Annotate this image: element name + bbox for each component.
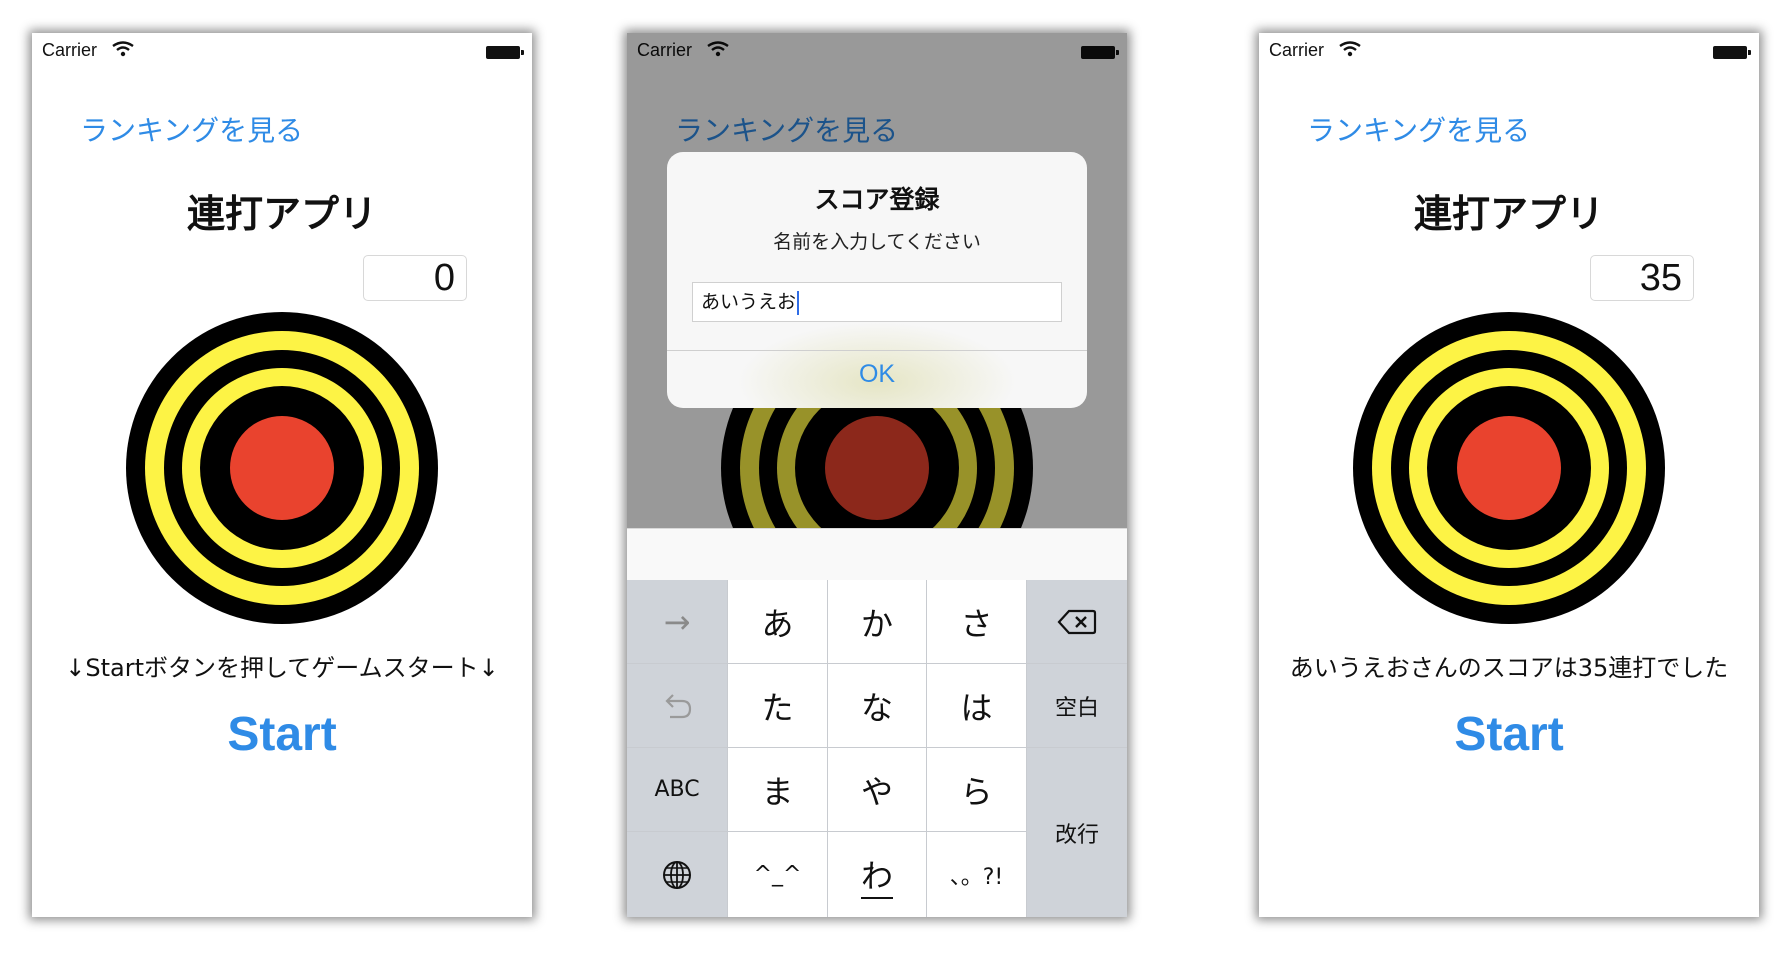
status-bar: Carrier <box>32 33 532 69</box>
carrier-label: Carrier <box>1269 40 1325 60</box>
key-emoticon[interactable]: ^_^ <box>728 832 828 917</box>
score-field: 35 <box>1590 255 1694 301</box>
key-na[interactable]: な <box>828 664 927 748</box>
abc-key[interactable]: ABC <box>627 748 728 832</box>
key-ha[interactable]: は <box>927 664 1027 748</box>
globe-key[interactable] <box>627 832 728 917</box>
name-input[interactable]: あいうえお <box>692 282 1062 322</box>
key-wa[interactable]: わ <box>828 832 927 917</box>
key-ra[interactable]: ら <box>927 748 1027 832</box>
arrow-right-key[interactable]: → <box>627 580 728 664</box>
undo-icon <box>665 693 692 718</box>
key-wa-label: わ <box>860 851 893 899</box>
alert-message: 名前を入力してください <box>773 231 981 253</box>
app-title: 連打アプリ <box>186 192 377 236</box>
alert-title: スコア登録 <box>814 185 940 214</box>
status-bar: Carrier <box>1259 33 1759 69</box>
alert-divider <box>667 350 1087 351</box>
start-button[interactable]: Start <box>32 707 532 762</box>
wifi-icon <box>1339 41 1361 57</box>
score-register-alert: スコア登録 名前を入力してください あいうえお OK <box>667 152 1087 408</box>
key-punctuation[interactable]: 、。?! <box>927 832 1027 917</box>
key-ma[interactable]: ま <box>728 748 828 832</box>
app-title: 連打アプリ <box>1413 192 1604 236</box>
key-ta[interactable]: た <box>728 664 828 748</box>
japanese-keyboard: → あ か さ た な は 空白 ABC ま や ら 改行 ^_^ わ 、。?! <box>627 580 1127 917</box>
start-button[interactable]: Start <box>1259 707 1759 762</box>
keyboard-candidate-bar <box>627 528 1127 581</box>
battery-icon <box>1713 46 1751 59</box>
key-sa[interactable]: さ <box>927 580 1027 664</box>
space-key[interactable]: 空白 <box>1027 664 1127 748</box>
phone-screen-start: Carrier ランキングを見る 連打アプリ 0 ↓Startボタンを押してゲー… <box>32 33 532 917</box>
phone-screen-register: Carrier ランキングを見る スコア登録 名前を入力してください あいうえお… <box>627 33 1127 917</box>
battery-icon <box>486 46 524 59</box>
text-caret <box>797 290 800 315</box>
return-key[interactable]: 改行 <box>1027 748 1127 917</box>
delete-icon <box>1057 609 1097 634</box>
key-ya[interactable]: や <box>828 748 927 832</box>
name-input-value: あいうえお <box>701 291 797 313</box>
ok-button[interactable]: OK <box>667 360 1087 389</box>
tap-target[interactable] <box>1353 312 1665 624</box>
carrier-label: Carrier <box>42 40 98 60</box>
instruction-message: ↓Startボタンを押してゲームスタート↓ <box>65 654 499 682</box>
tap-target[interactable] <box>126 312 438 624</box>
undo-key[interactable] <box>627 664 728 748</box>
score-field: 0 <box>363 255 467 301</box>
phone-screen-result: Carrier ランキングを見る 連打アプリ 35 あいうえおさんのスコアは35… <box>1259 33 1759 917</box>
key-ka[interactable]: か <box>828 580 927 664</box>
globe-icon <box>663 860 691 889</box>
key-a[interactable]: あ <box>728 580 828 664</box>
result-message: あいうえおさんのスコアは35連打でした <box>1289 654 1729 682</box>
ranking-link[interactable]: ランキングを見る <box>80 109 303 149</box>
ranking-link[interactable]: ランキングを見る <box>1307 109 1530 149</box>
wifi-icon <box>112 41 134 57</box>
delete-key[interactable] <box>1027 580 1127 664</box>
